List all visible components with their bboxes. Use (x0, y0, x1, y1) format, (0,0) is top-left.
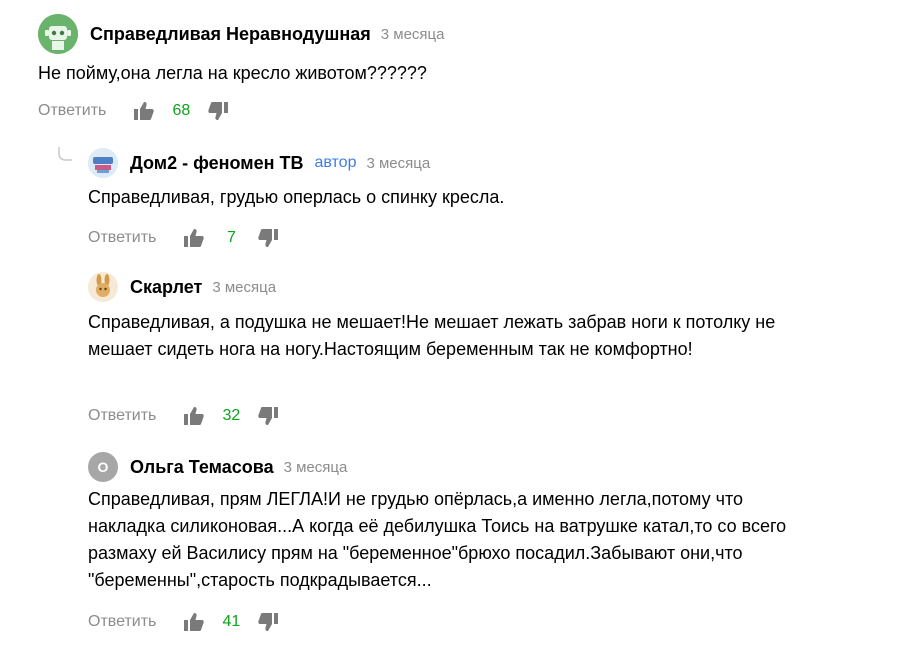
comment-author[interactable]: Дом2 - феномен ТВ (130, 153, 303, 174)
author-badge: автор (314, 154, 357, 171)
comment-actions: Ответить 41 (88, 610, 280, 634)
thumbs-up-icon[interactable] (182, 610, 206, 634)
avatar-letter: О (97, 459, 109, 475)
comment-actions: Ответить 32 (88, 404, 280, 428)
thumbs-up-icon[interactable] (182, 226, 206, 250)
comment-header: О Ольга Темасова 3 месяца (88, 452, 347, 482)
comment-author[interactable]: Справедливая Неравнодушная (90, 24, 371, 45)
comment-timestamp: 3 месяца (212, 278, 277, 296)
comment-timestamp: 3 месяца (366, 154, 431, 172)
comment-timestamp: 3 месяца (380, 25, 445, 43)
like-count: 32 (222, 407, 241, 424)
reply-button[interactable]: Ответить (38, 102, 106, 120)
comment-text: Справедливая, грудью оперлась о спинку к… (88, 187, 505, 207)
bunny-avatar-icon[interactable] (88, 272, 118, 302)
thumbs-down-icon[interactable] (206, 99, 230, 123)
comment-author[interactable]: Скарлет (130, 277, 202, 298)
reply-button[interactable]: Ответить (88, 613, 156, 631)
comment-actions: Ответить 68 (38, 99, 230, 123)
comment-header: Справедливая Неравнодушная 3 месяца (38, 14, 444, 54)
comment-text: Не пойму,она легла на кресло животом????… (38, 63, 427, 83)
like-count: 7 (226, 229, 236, 246)
thread-connector (58, 147, 72, 161)
thumbs-down-icon[interactable] (256, 404, 280, 428)
thumbs-down-icon[interactable] (256, 610, 280, 634)
comment-text: Справедливая, прям ЛЕГЛА!И не грудью опё… (88, 489, 787, 590)
comment-author[interactable]: Ольга Темасова (130, 457, 274, 478)
reply-button[interactable]: Ответить (88, 407, 156, 425)
thumbs-down-icon[interactable] (256, 226, 280, 250)
thumbs-up-icon[interactable] (132, 99, 156, 123)
like-count: 41 (222, 613, 241, 630)
like-count: 68 (172, 102, 191, 119)
letter-avatar-icon[interactable]: О (88, 452, 118, 482)
comment-header: Скарлет 3 месяца (88, 272, 276, 302)
robot-avatar-icon[interactable] (38, 14, 78, 54)
thumbs-up-icon[interactable] (182, 404, 206, 428)
comment-actions: Ответить 7 (88, 226, 280, 250)
channel-logo-avatar-icon[interactable] (88, 148, 118, 178)
comment-text: Справедливая, а подушка не мешает!Не меш… (88, 312, 776, 359)
reply-button[interactable]: Ответить (88, 229, 156, 247)
comment-header: Дом2 - феномен ТВ автор 3 месяца (88, 148, 430, 178)
comment-timestamp: 3 месяца (283, 458, 348, 476)
